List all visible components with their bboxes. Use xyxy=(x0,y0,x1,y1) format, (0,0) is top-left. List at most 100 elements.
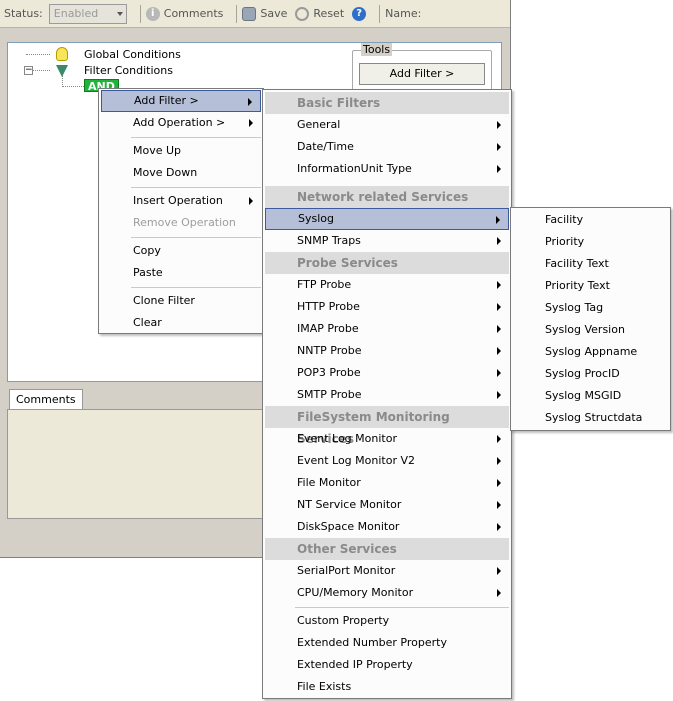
menu-separator xyxy=(295,607,509,608)
menu-item-add-operation[interactable]: Add Operation > xyxy=(101,112,261,134)
collapse-icon[interactable]: − xyxy=(24,66,33,75)
menu-item-clone-filter[interactable]: Clone Filter xyxy=(101,290,261,312)
funnel-icon xyxy=(56,64,68,77)
lightbulb-icon xyxy=(56,47,68,61)
tools-group: Tools Add Filter > xyxy=(352,43,492,92)
submenu-arrow-icon xyxy=(497,479,501,487)
tree-node-label: Global Conditions xyxy=(84,47,181,61)
menu-item-add-filter[interactable]: Add Filter > xyxy=(101,90,261,112)
menu-item-datetime[interactable]: Date/Time xyxy=(265,136,509,158)
comments-button[interactable]: i Comments xyxy=(145,6,224,21)
menu-item-label: HTTP Probe xyxy=(297,300,360,313)
submenu-arrow-icon xyxy=(497,281,501,289)
menu-item-label: Event Log Monitor xyxy=(297,432,397,445)
submenu-arrow-icon xyxy=(497,369,501,377)
status-select[interactable]: Enabled xyxy=(48,3,127,24)
menu-item-information-unit-type[interactable]: InformationUnit Type xyxy=(265,158,509,180)
add-filter-tool-button[interactable]: Add Filter > xyxy=(359,63,485,85)
menu-item-syslog-appname[interactable]: Syslog Appname xyxy=(513,341,668,363)
tree-line xyxy=(26,54,50,55)
floppy-disk-icon xyxy=(242,6,257,21)
menu-item-syslog-version[interactable]: Syslog Version xyxy=(513,319,668,341)
menu-item-priority[interactable]: Priority xyxy=(513,231,668,253)
menu-item-pop3-probe[interactable]: POP3 Probe xyxy=(265,362,509,384)
menu-item-extended-ip-property[interactable]: Extended IP Property xyxy=(265,654,509,676)
menu-item-label: General xyxy=(297,118,341,131)
menu-item-copy[interactable]: Copy xyxy=(101,240,261,262)
menu-item-diskspace-monitor[interactable]: DiskSpace Monitor xyxy=(265,516,509,538)
submenu-arrow-icon xyxy=(248,98,252,106)
menu-item-facility-text[interactable]: Facility Text xyxy=(513,253,668,275)
tree-line xyxy=(32,70,50,71)
menu-item-smtp-probe[interactable]: SMTP Probe xyxy=(265,384,509,406)
menu-item-file-exists[interactable]: File Exists xyxy=(265,676,509,698)
submenu-arrow-icon xyxy=(497,347,501,355)
menu-separator xyxy=(131,287,261,288)
menu-item-move-down[interactable]: Move Down xyxy=(101,162,261,184)
name-label: Name: xyxy=(385,7,422,20)
tools-legend: Tools xyxy=(361,43,393,56)
menu-item-label: Add Filter > xyxy=(134,94,199,107)
save-button[interactable]: Save xyxy=(242,6,287,21)
menu-item-facility[interactable]: Facility xyxy=(513,209,668,231)
menu-item-syslog-procid[interactable]: Syslog ProcID xyxy=(513,363,668,385)
menu-item-label: FTP Probe xyxy=(297,278,352,291)
submenu-arrow-icon xyxy=(497,589,501,597)
help-button[interactable]: ? xyxy=(352,6,367,21)
tree-line xyxy=(62,86,84,87)
submenu-arrow-icon xyxy=(497,165,501,173)
menu-item-priority-text[interactable]: Priority Text xyxy=(513,275,668,297)
menu-item-move-up[interactable]: Move Up xyxy=(101,140,261,162)
menu-item-general[interactable]: General xyxy=(265,114,509,136)
toolbar-separator xyxy=(236,4,238,23)
menu-item-label: File Monitor xyxy=(297,476,361,489)
menu-item-insert-operation[interactable]: Insert Operation xyxy=(101,190,261,212)
tree-node-global-conditions[interactable]: Global Conditions xyxy=(56,47,181,61)
submenu-arrow-icon xyxy=(497,391,501,399)
menu-item-nntp-probe[interactable]: NNTP Probe xyxy=(265,340,509,362)
menu-item-syslog-tag[interactable]: Syslog Tag xyxy=(513,297,668,319)
help-icon: ? xyxy=(352,6,367,21)
menu-item-event-log-monitor[interactable]: Event Log Monitor xyxy=(265,428,509,450)
section-header-network-services: Network related Services xyxy=(265,186,509,208)
menu-separator xyxy=(131,237,261,238)
toolbar: Status: Enabled i Comments Save Reset ? … xyxy=(0,0,510,28)
menu-item-label: NNTP Probe xyxy=(297,344,362,357)
menu-item-label: SerialPort Monitor xyxy=(297,564,396,577)
comments-button-label: Comments xyxy=(163,7,224,20)
submenu-arrow-icon xyxy=(497,457,501,465)
menu-item-imap-probe[interactable]: IMAP Probe xyxy=(265,318,509,340)
menu-item-nt-service-monitor[interactable]: NT Service Monitor xyxy=(265,494,509,516)
section-header-probe-services: Probe Services xyxy=(265,252,509,274)
menu-item-paste[interactable]: Paste xyxy=(101,262,261,284)
tab-comments[interactable]: Comments xyxy=(9,389,83,409)
submenu-arrow-icon xyxy=(497,435,501,443)
submenu-arrow-icon xyxy=(497,325,501,333)
submenu-arrow-icon xyxy=(496,216,500,224)
menu-item-extended-number-property[interactable]: Extended Number Property xyxy=(265,632,509,654)
menu-item-http-probe[interactable]: HTTP Probe xyxy=(265,296,509,318)
reset-button[interactable]: Reset xyxy=(295,6,345,21)
reset-button-label: Reset xyxy=(313,7,345,20)
menu-item-label: NT Service Monitor xyxy=(297,498,402,511)
menu-item-syslog[interactable]: Syslog xyxy=(265,208,509,230)
menu-item-snmp-traps[interactable]: SNMP Traps xyxy=(265,230,509,252)
menu-item-ftp-probe[interactable]: FTP Probe xyxy=(265,274,509,296)
menu-item-event-log-monitor-v2[interactable]: Event Log Monitor V2 xyxy=(265,450,509,472)
menu-item-label: Event Log Monitor V2 xyxy=(297,454,415,467)
toolbar-separator xyxy=(139,4,141,23)
menu-item-syslog-structdata[interactable]: Syslog Structdata xyxy=(513,407,668,429)
menu-item-file-monitor[interactable]: File Monitor xyxy=(265,472,509,494)
menu-item-serialport-monitor[interactable]: SerialPort Monitor xyxy=(265,560,509,582)
menu-item-syslog-msgid[interactable]: Syslog MSGID xyxy=(513,385,668,407)
menu-item-custom-property[interactable]: Custom Property xyxy=(265,610,509,632)
menu-item-clear[interactable]: Clear xyxy=(101,312,261,334)
submenu-arrow-icon xyxy=(497,501,501,509)
menu-item-label: SMTP Probe xyxy=(297,388,362,401)
menu-item-cpu-memory-monitor[interactable]: CPU/Memory Monitor xyxy=(265,582,509,604)
menu-item-label: Syslog xyxy=(298,212,334,225)
submenu-arrow-icon xyxy=(249,197,253,205)
context-menu: Add Filter > Add Operation > Move Up Mov… xyxy=(98,88,264,334)
syslog-submenu: Facility Priority Facility Text Priority… xyxy=(510,207,671,431)
tree-node-filter-conditions[interactable]: Filter Conditions xyxy=(56,64,173,77)
